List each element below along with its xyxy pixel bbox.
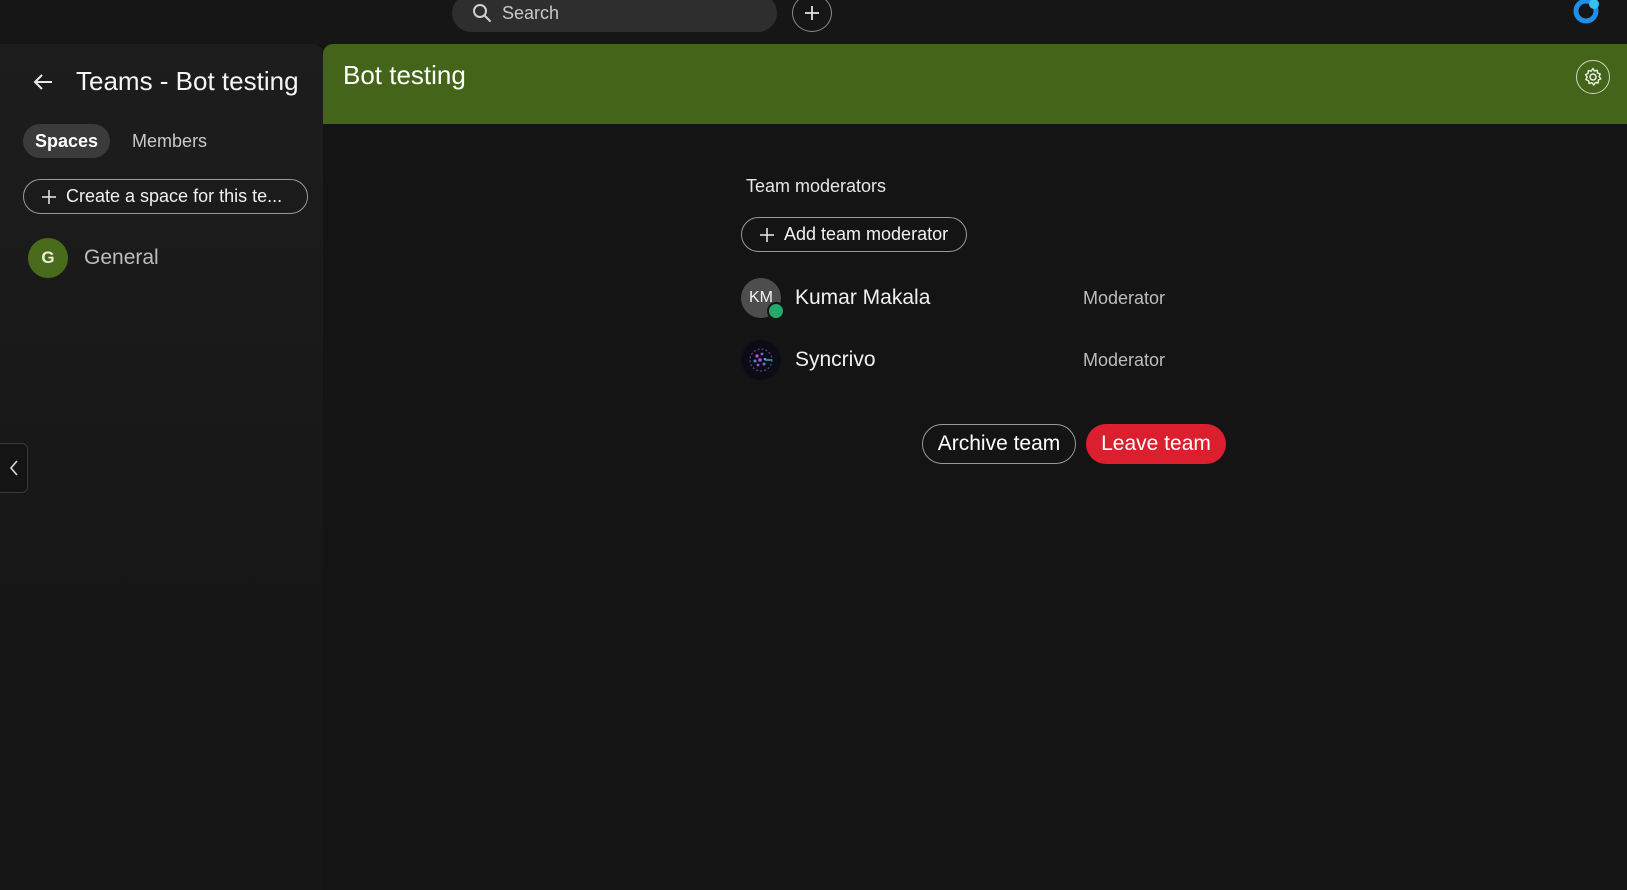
arrow-left-icon	[33, 73, 52, 90]
plus-icon	[805, 6, 819, 20]
collapse-sidebar-button[interactable]	[0, 443, 28, 493]
team-sidebar: Teams - Bot testing Spaces Members Creat…	[0, 44, 323, 890]
create-space-button[interactable]: Create a space for this te...	[23, 179, 308, 214]
gear-icon	[1584, 67, 1602, 86]
add-moderator-button[interactable]: Add team moderator	[741, 217, 967, 252]
tab-members[interactable]: Members	[120, 124, 219, 158]
add-moderator-label: Add team moderator	[784, 224, 949, 244]
moderator-name: Syncrivo	[795, 348, 876, 371]
space-item-general[interactable]: G General	[28, 238, 159, 278]
page-title: Bot testing	[343, 60, 466, 90]
search-placeholder: Search	[502, 2, 560, 23]
create-space-label: Create a space for this te...	[66, 186, 283, 206]
space-avatar: G	[28, 238, 68, 278]
bot-logo-icon	[749, 348, 773, 372]
space-header: Bot testing	[323, 44, 1627, 124]
leave-team-button[interactable]: Leave team	[1086, 424, 1226, 464]
section-title: Team moderators	[746, 176, 887, 196]
tab-spaces[interactable]: Spaces	[23, 124, 111, 158]
sidebar-tabs: Spaces Members	[23, 124, 219, 158]
bot-avatar-icon	[741, 340, 781, 380]
new-item-button[interactable]	[792, 0, 832, 32]
moderator-role: Moderator	[1083, 287, 1166, 308]
top-bar: Search	[0, 0, 1627, 44]
chevron-left-icon	[9, 460, 18, 476]
search-icon	[473, 4, 491, 22]
moderator-role: Moderator	[1083, 349, 1166, 370]
moderator-row[interactable]: Syncrivo Moderator	[741, 340, 1211, 380]
archive-team-button[interactable]: Archive team	[922, 424, 1076, 464]
avatar: KM	[741, 278, 785, 320]
presence-indicator	[767, 302, 785, 320]
moderator-name: Kumar Makala	[795, 286, 931, 309]
sidebar-header: Teams - Bot testing	[30, 66, 299, 97]
webex-logo	[1573, 0, 1599, 24]
settings-button[interactable]	[1576, 60, 1610, 94]
moderator-row[interactable]: KM Kumar Makala Moderator	[741, 278, 1211, 320]
plus-icon	[42, 189, 56, 204]
space-name: General	[84, 246, 159, 269]
plus-icon	[760, 227, 774, 242]
search-bar[interactable]: Search	[452, 0, 777, 32]
team-title: Teams - Bot testing	[76, 66, 299, 96]
back-button[interactable]	[30, 69, 56, 95]
